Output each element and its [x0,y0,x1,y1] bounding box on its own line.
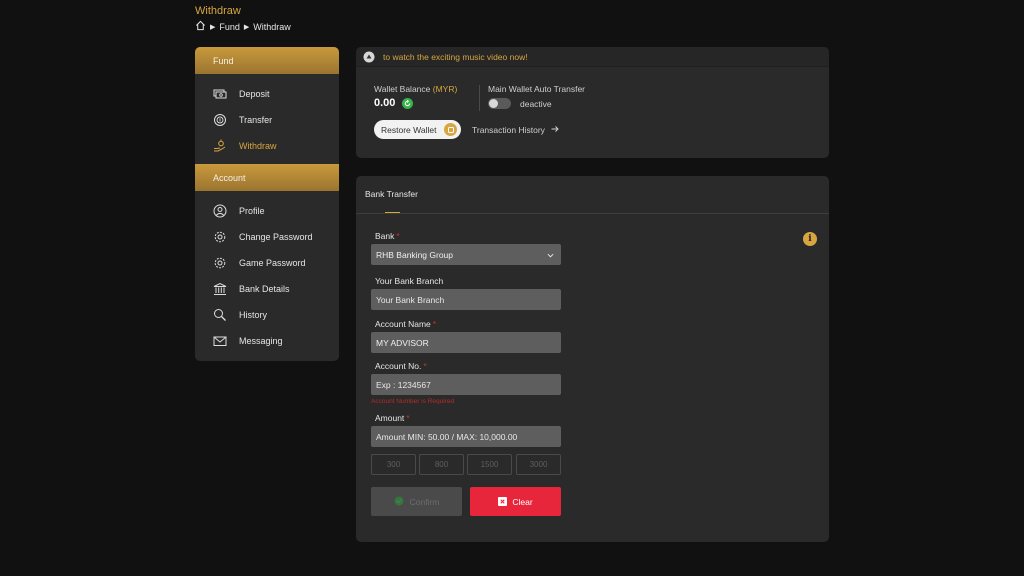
confirm-button[interactable]: Confirm [371,487,462,516]
auto-transfer-toggle[interactable] [488,98,511,109]
withdraw-icon [213,139,227,153]
announcement-icon [363,51,375,63]
sidebar-item-label: Bank Details [239,284,290,294]
tab-bank-transfer[interactable]: Bank Transfer [365,189,418,199]
breadcrumb-withdraw: Withdraw [253,21,291,32]
sidebar-item-profile[interactable]: Profile [195,198,339,224]
transfer-icon [213,113,227,127]
search-icon [213,308,227,322]
amount-input[interactable] [371,426,561,447]
wallet-balance: 0.00 [374,97,414,109]
sidebar-item-label: Change Password [239,232,313,242]
sidebar-header-fund: Fund [195,47,339,74]
sidebar-item-deposit[interactable]: Deposit [195,81,339,107]
transaction-history-label: Transaction History [472,125,545,135]
sidebar-item-messaging[interactable]: Messaging [195,328,339,354]
sidebar-header-account: Account [195,164,339,191]
sidebar-item-label: Profile [239,206,265,216]
close-icon [498,497,508,506]
wallet-card: to watch the exciting music video now! W… [356,47,829,158]
sidebar: Fund Deposit Transfer Withdraw Account P… [195,47,339,361]
tab-divider [356,213,829,214]
check-icon [394,496,404,508]
chevron-down-icon [547,251,554,261]
sidebar-item-label: Withdraw [239,141,277,151]
breadcrumb-separator-icon: ▶ [243,23,250,31]
mail-icon [213,334,227,348]
confirm-label: Confirm [409,496,440,507]
restore-wallet-button[interactable]: Restore Wallet [374,120,461,139]
withdraw-form-card: Bank Transfer i Bank * RHB Banking Group … [356,176,829,542]
auto-transfer-state: deactive [520,99,552,109]
coin-icon [444,123,457,136]
gear-icon [213,256,227,270]
sidebar-item-history[interactable]: History [195,302,339,328]
breadcrumb-fund[interactable]: Fund [219,22,240,32]
branch-input[interactable] [371,289,561,310]
sidebar-item-transfer[interactable]: Transfer [195,107,339,133]
currency-label: (MYR) [432,84,458,94]
clear-button[interactable]: Clear [470,487,561,516]
sidebar-item-label: Game Password [239,258,306,268]
divider [479,85,480,111]
bank-label: Bank * [375,231,400,241]
cash-icon [213,87,227,101]
info-icon[interactable]: i [803,232,817,246]
user-icon [213,204,227,218]
auto-transfer-label: Main Wallet Auto Transfer [488,84,586,94]
account-no-error: Account Number is Required [371,398,455,405]
account-name-label: Account Name * [375,319,437,329]
sidebar-item-label: History [239,310,268,320]
restore-wallet-label: Restore Wallet [381,124,437,135]
quick-amount-800[interactable]: 800 [419,454,464,475]
breadcrumb-separator-icon: ▶ [210,23,216,31]
account-no-input[interactable] [371,374,561,395]
transaction-history-link[interactable]: Transaction History [472,125,559,135]
page-title: Withdraw [195,5,241,17]
wallet-balance-label: Wallet Balance (MYR) [374,84,458,94]
announcement-marquee[interactable]: to watch the exciting music video now! [356,47,829,67]
quick-amount-300[interactable]: 300 [371,454,416,475]
account-name-input[interactable] [371,332,561,353]
sidebar-item-bank-details[interactable]: Bank Details [195,276,339,302]
account-no-label: Account No. * [375,361,427,371]
refresh-icon[interactable] [402,97,414,109]
breadcrumb: ▶ Fund ▶ Withdraw [195,20,291,33]
bank-select[interactable]: RHB Banking Group [371,244,561,265]
sidebar-item-withdraw[interactable]: Withdraw [195,133,339,159]
branch-label: Your Bank Branch [375,276,444,286]
clear-label: Clear [512,496,533,507]
home-icon[interactable] [195,20,206,33]
wallet-balance-value: 0.00 [374,97,396,109]
sidebar-item-label: Messaging [239,336,283,346]
quick-amount-1500[interactable]: 1500 [467,454,512,475]
sidebar-item-label: Deposit [239,89,270,99]
sidebar-item-label: Transfer [239,115,273,125]
gear-icon [213,230,227,244]
sidebar-item-game-password[interactable]: Game Password [195,250,339,276]
bank-icon [213,282,227,296]
arrow-right-icon [551,125,559,135]
sidebar-item-change-password[interactable]: Change Password [195,224,339,250]
bank-select-value: RHB Banking Group [376,249,454,260]
quick-amount-3000[interactable]: 3000 [516,454,561,475]
amount-label: Amount * [375,413,410,423]
marquee-text: to watch the exciting music video now! [383,51,528,62]
